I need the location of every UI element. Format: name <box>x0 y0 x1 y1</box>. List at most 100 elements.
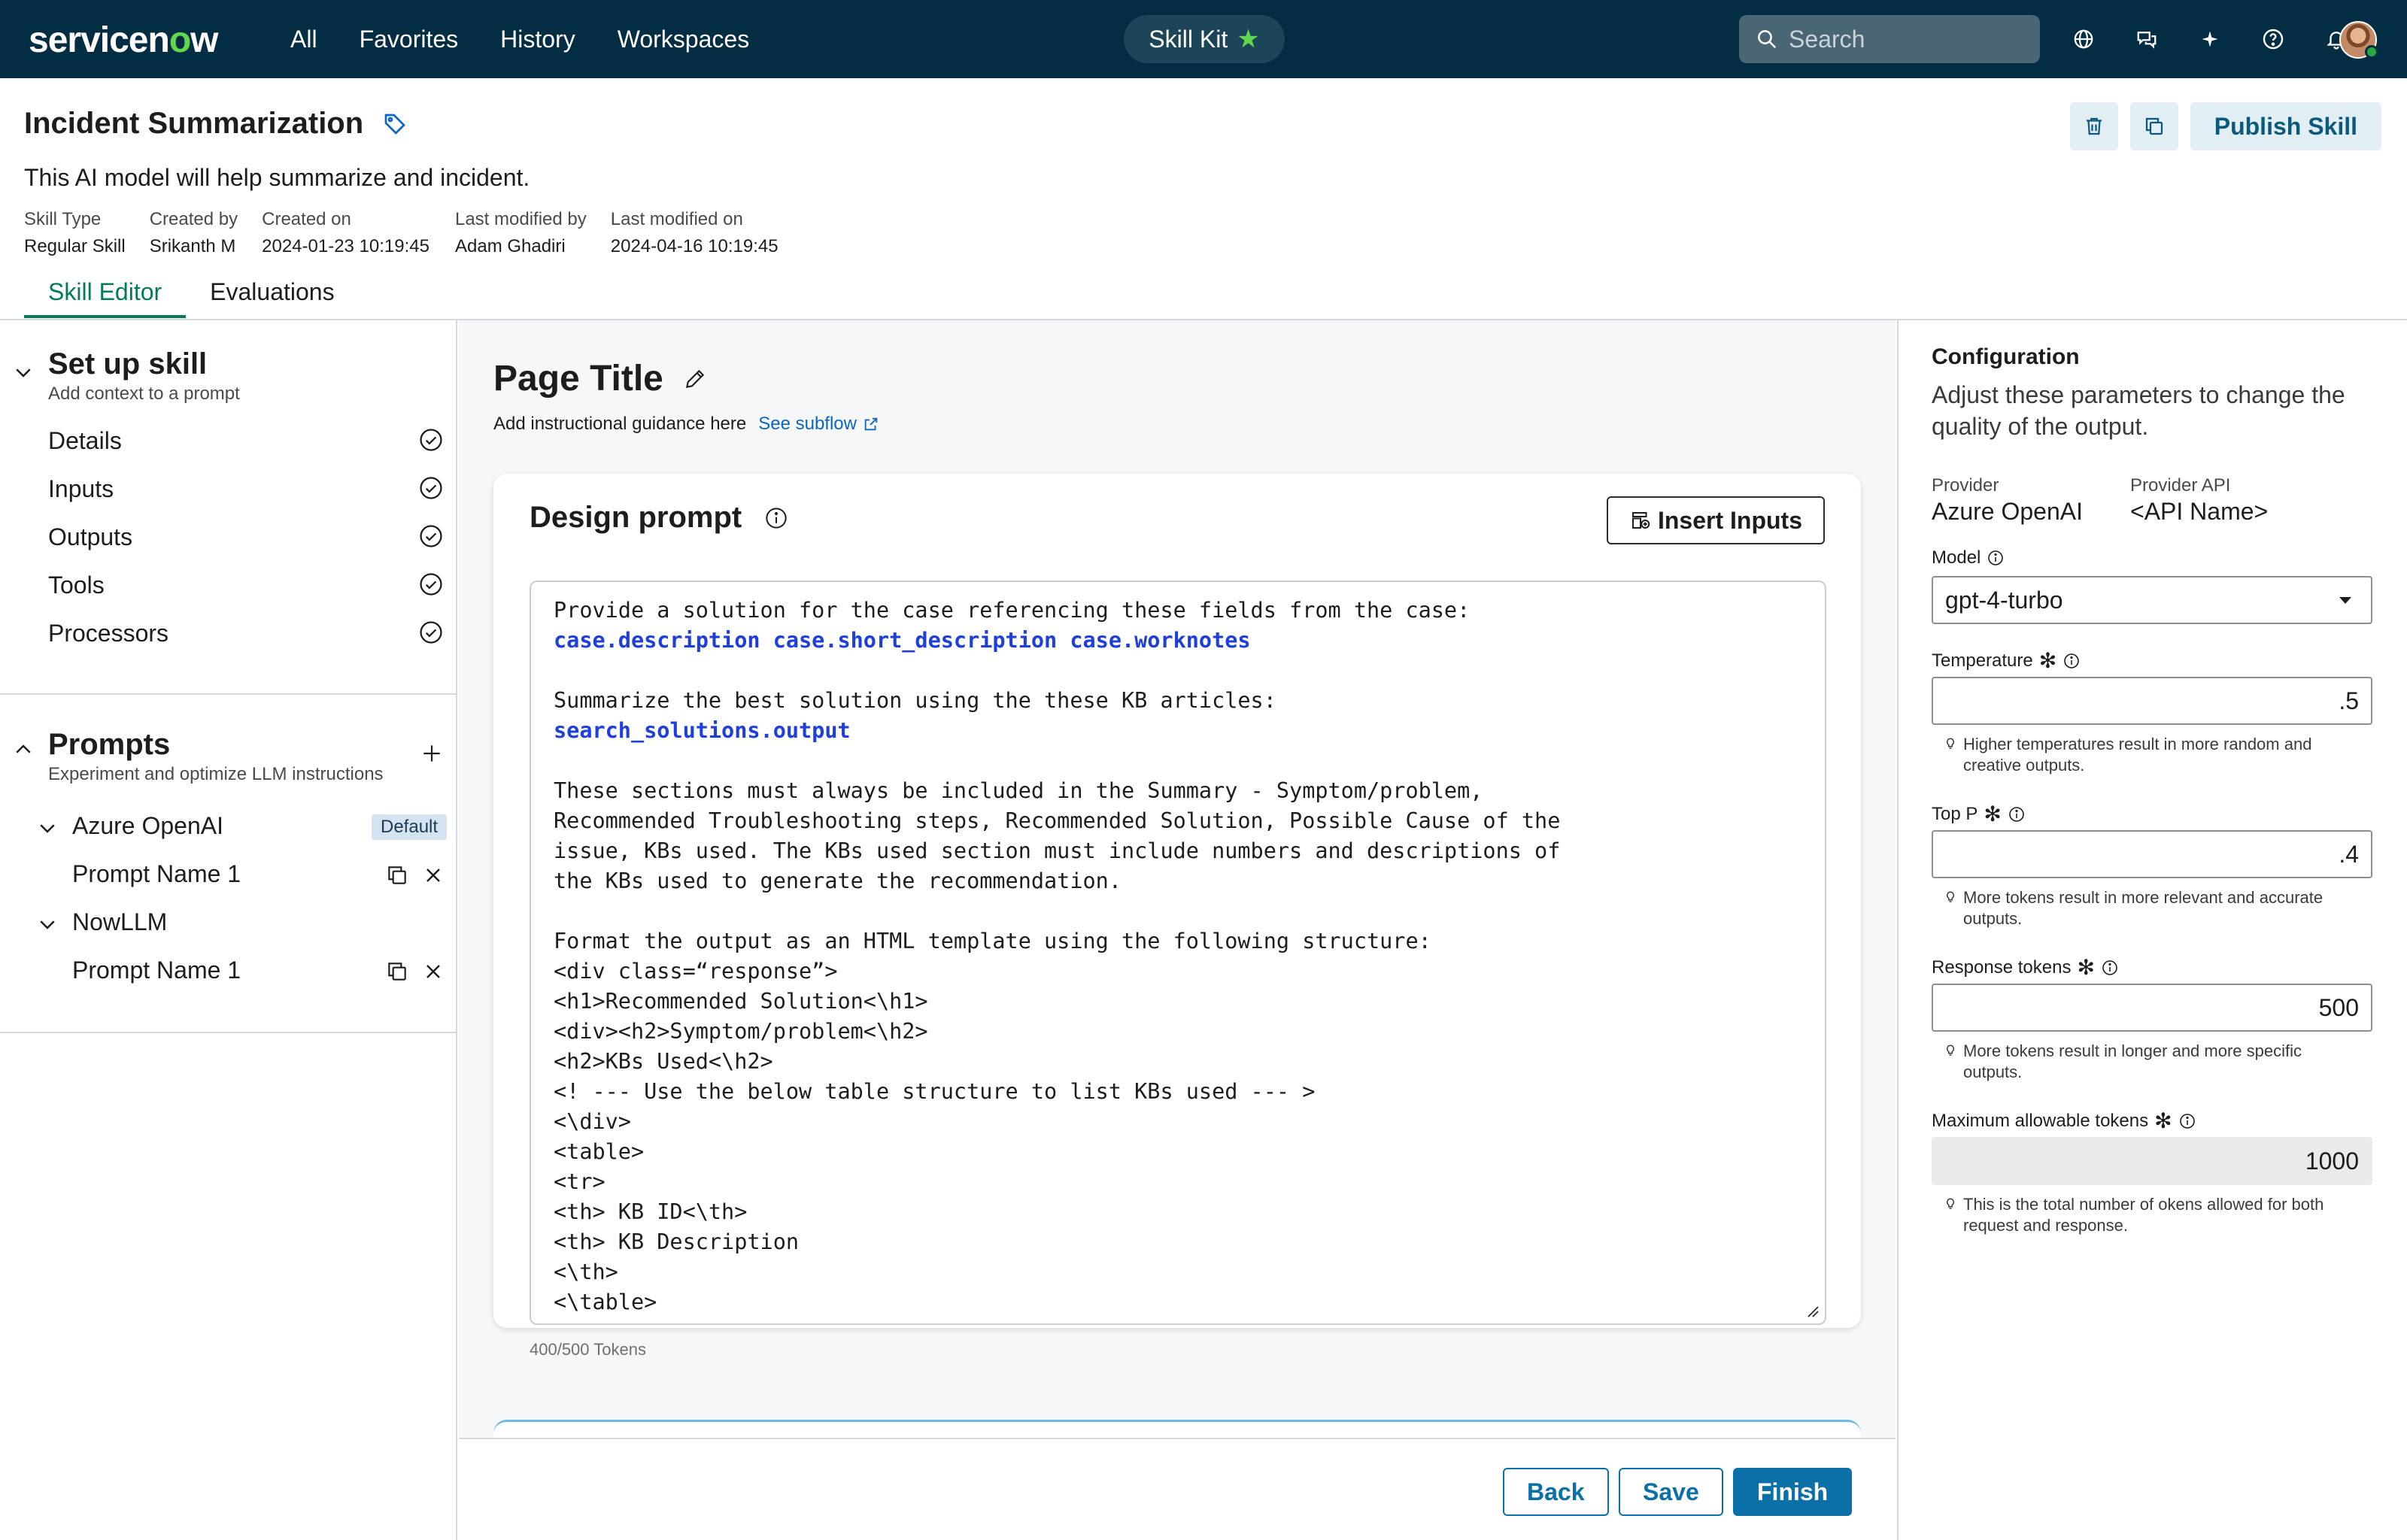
top-p-input[interactable]: .4 <box>1932 830 2372 878</box>
skill-title: Incident Summarization <box>24 107 364 140</box>
required-asterisk-icon: ✻ <box>2077 956 2095 979</box>
edit-pencil-icon[interactable] <box>683 367 707 391</box>
temperature-input[interactable]: .5 <box>1932 677 2372 725</box>
insert-icon <box>1631 512 1650 529</box>
search-box[interactable] <box>1739 15 2040 63</box>
check-circle-icon <box>420 621 442 644</box>
skill-description: This AI model will help summarize and in… <box>24 164 530 191</box>
required-asterisk-icon: ✻ <box>1984 802 2002 826</box>
top-p-hint: More tokens result in more relevant and … <box>1944 887 2365 929</box>
tag-icon[interactable] <box>383 112 407 136</box>
globe-icon[interactable] <box>2067 23 2100 56</box>
model-select[interactable]: gpt-4-turbo <box>1932 576 2372 624</box>
close-icon[interactable] <box>421 863 445 887</box>
insert-inputs-button[interactable]: Insert Inputs <box>1606 496 1825 544</box>
info-icon[interactable] <box>2178 1112 2196 1130</box>
finish-button[interactable]: Finish <box>1733 1468 1853 1516</box>
nav-link-workspaces[interactable]: Workspaces <box>618 26 749 53</box>
configuration-panel: Configuration Adjust these parameters to… <box>1897 320 2407 1540</box>
main-footer: Back Save Finish <box>459 1438 1896 1540</box>
nav-link-all[interactable]: All <box>290 26 317 53</box>
sparkle-icon[interactable] <box>2193 23 2226 56</box>
prompts-title[interactable]: Prompts <box>48 728 170 762</box>
lightbulb-icon <box>1946 891 1955 902</box>
info-icon[interactable] <box>2101 959 2119 977</box>
info-icon[interactable] <box>764 506 788 530</box>
model-selected-value: gpt-4-turbo <box>1945 586 2063 614</box>
search-input[interactable] <box>1789 25 2014 53</box>
guidance-text: Add instructional guidance here <box>493 414 747 434</box>
resize-handle-icon[interactable] <box>1804 1302 1819 1317</box>
check-circle-icon <box>420 573 442 596</box>
temperature-hint: Higher temperatures result in more rando… <box>1944 734 2365 776</box>
temperature-label: Temperature ✻ <box>1932 648 2081 673</box>
required-asterisk-icon: ✻ <box>2038 649 2057 672</box>
external-link-icon <box>864 417 878 431</box>
servicenow-logo[interactable]: servicenow <box>29 20 218 61</box>
check-circle-icon <box>420 525 442 547</box>
chevron-down-icon[interactable] <box>36 817 59 839</box>
meta-created-by: Created by Srikanth M <box>149 209 238 256</box>
tab-evaluations[interactable]: Evaluations <box>186 278 358 318</box>
design-prompt-title: Design prompt <box>530 501 788 535</box>
chevron-up-icon[interactable] <box>12 738 35 761</box>
skill-kit-pill[interactable]: Skill Kit ★ <box>1124 15 1285 63</box>
skill-meta: Skill Type Regular Skill Created by Srikan… <box>24 209 779 257</box>
setup-skill-subtitle: Add context to a prompt <box>48 383 240 404</box>
main-content: Page Title Add instructional guidance he… <box>459 320 1896 1540</box>
page-header: Incident Summarization <box>24 107 407 141</box>
chat-icon[interactable] <box>2130 23 2163 56</box>
sidebar-divider <box>0 693 456 695</box>
setup-skill-title[interactable]: Set up skill <box>48 347 207 381</box>
prompt-group-azure-openai[interactable]: Azure OpenAI <box>72 812 223 840</box>
provider-api-label: Provider API <box>2130 475 2231 496</box>
meta-skill-type: Skill Type Regular Skill <box>24 209 126 256</box>
save-button[interactable]: Save <box>1619 1468 1723 1516</box>
prompt-item[interactable]: Prompt Name 1 <box>72 956 241 984</box>
nav-icons <box>2067 23 2353 56</box>
sidebar-item-outputs[interactable]: Outputs <box>48 523 132 551</box>
top-nav: servicenow All Favorites History Workspa… <box>0 0 2407 78</box>
caret-down-icon <box>2339 597 2351 604</box>
add-prompt-icon[interactable] <box>420 741 444 765</box>
lightbulb-icon <box>1946 738 1955 749</box>
nav-link-history[interactable]: History <box>500 26 575 53</box>
chevron-down-icon[interactable] <box>12 361 35 383</box>
sidebar-item-tools[interactable]: Tools <box>48 571 105 599</box>
check-circle-icon <box>420 477 442 499</box>
prompt-editor[interactable]: Provide a solution for the case referenc… <box>530 581 1826 1325</box>
nav-links: All Favorites History Workspaces <box>290 26 749 53</box>
header-actions: Publish Skill <box>2069 102 2381 150</box>
duplicate-button[interactable] <box>2129 102 2178 150</box>
sidebar-item-processors[interactable]: Processors <box>48 620 168 647</box>
required-asterisk-icon: ✻ <box>2154 1109 2172 1132</box>
nav-link-favorites[interactable]: Favorites <box>360 26 459 53</box>
chevron-down-icon[interactable] <box>36 913 59 935</box>
copy-icon[interactable] <box>385 959 409 984</box>
sidebar-item-inputs[interactable]: Inputs <box>48 475 114 503</box>
close-icon[interactable] <box>421 959 445 984</box>
info-icon[interactable] <box>1987 549 2005 567</box>
max-tokens-hint: This is the total number of okens allowe… <box>1944 1194 2365 1236</box>
tab-skill-editor[interactable]: Skill Editor <box>24 278 187 318</box>
prompt-group-nowllm[interactable]: NowLLM <box>72 908 167 936</box>
sidebar-item-details[interactable]: Details <box>48 427 122 455</box>
help-icon[interactable] <box>2257 23 2290 56</box>
delete-button[interactable] <box>2069 102 2118 150</box>
prompt-item[interactable]: Prompt Name 1 <box>72 860 241 888</box>
provider-api-value: <API Name> <box>2130 498 2269 525</box>
info-icon[interactable] <box>2062 652 2081 670</box>
publish-skill-button[interactable]: Publish Skill <box>2190 102 2381 150</box>
check-circle-icon <box>420 429 442 451</box>
copy-icon[interactable] <box>385 863 409 887</box>
info-icon[interactable] <box>2008 805 2026 823</box>
skill-kit-label: Skill Kit <box>1149 25 1228 53</box>
default-badge: Default <box>372 814 448 840</box>
token-count: 400/500 Tokens <box>530 1340 646 1359</box>
star-icon: ★ <box>1237 25 1260 53</box>
back-button[interactable]: Back <box>1503 1468 1609 1516</box>
prompts-subtitle: Experiment and optimize LLM instructions <box>48 764 384 784</box>
user-avatar[interactable] <box>2339 21 2378 59</box>
see-subflow-link[interactable]: See subflow <box>758 414 879 435</box>
response-tokens-input[interactable]: 500 <box>1932 984 2372 1032</box>
